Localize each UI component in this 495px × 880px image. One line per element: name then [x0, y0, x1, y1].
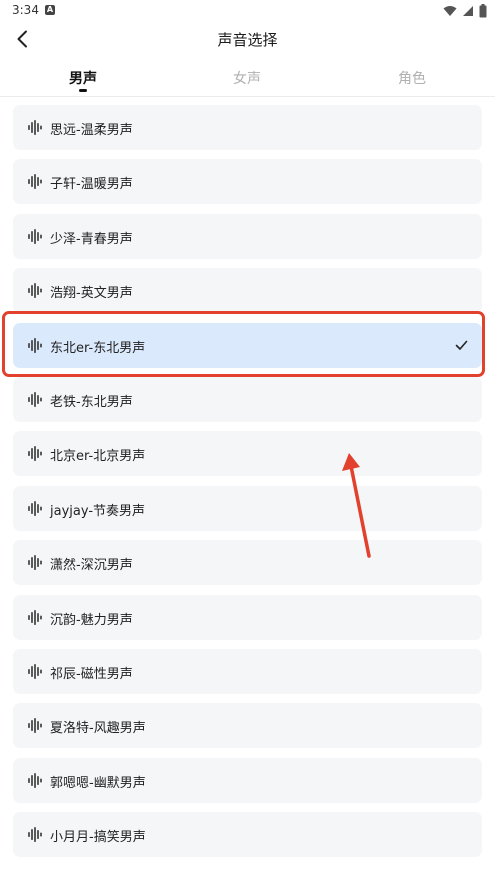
sound-wave-icon — [28, 228, 42, 244]
voice-name: 思远-温柔男声 — [50, 123, 133, 138]
voice-item[interactable]: 北京er-北京男声 — [13, 431, 482, 477]
sound-wave-icon — [28, 500, 42, 516]
selection-highlight-box — [2, 311, 485, 377]
voice-item[interactable]: 小月月-搞笑男声 — [13, 812, 482, 858]
sound-wave-icon — [28, 174, 42, 190]
voice-item[interactable]: 沉韵-魅力男声 — [13, 594, 482, 640]
voice-item[interactable]: 祁辰-磁性男声 — [13, 648, 482, 694]
sound-wave-icon — [28, 827, 42, 843]
voice-name: 潇然-深沉男声 — [50, 558, 133, 574]
voice-item[interactable]: 夏洛特-风趣男声 — [13, 703, 482, 749]
voice-category-tabs: 男声 女声 角色 — [0, 60, 495, 96]
voice-item[interactable]: 潇然-深沉男声 — [13, 540, 482, 586]
page-title: 声音选择 — [217, 31, 278, 49]
voice-name: 夏洛特-风趣男声 — [50, 721, 146, 737]
tab-indicator — [79, 89, 87, 92]
voice-name: 小月月-搞笑男声 — [50, 830, 146, 846]
status-bar: 3:34 A — [0, 0, 495, 22]
signal-icon — [463, 6, 473, 16]
voice-item[interactable]: 子轩-温暖男声 — [13, 159, 482, 205]
wifi-icon — [443, 6, 457, 16]
sound-wave-icon — [28, 772, 42, 788]
voice-item[interactable]: jayjay-节奏男声 — [13, 485, 482, 531]
voice-item[interactable]: 老铁-东北男声 — [13, 376, 482, 422]
status-time: 3:34 — [12, 3, 39, 17]
sound-wave-icon — [28, 283, 42, 299]
voice-name: 北京er-北京男声 — [50, 449, 146, 465]
app-bar: 声音选择 — [0, 22, 495, 56]
voice-name: jayjay-节奏男声 — [50, 503, 146, 519]
tab-male[interactable]: 男声 — [43, 68, 123, 88]
voice-name: 沉韵-魅力男声 — [50, 612, 133, 628]
tab-divider — [0, 96, 495, 97]
sound-wave-icon — [28, 663, 42, 679]
sound-wave-icon — [28, 120, 42, 135]
voice-item[interactable]: 郭嗯嗯-幽默男声 — [13, 757, 482, 803]
battery-icon — [479, 4, 487, 18]
sound-wave-icon — [28, 446, 42, 462]
voice-list: 思远-温柔男声 子轩-温暖男声 少泽-青春男声 浩翔-英文男声 东北er-东北男声 老铁-… — [13, 105, 482, 866]
sound-wave-icon — [28, 609, 42, 625]
voice-name: 子轩-温暖男声 — [50, 177, 133, 193]
tab-female[interactable]: 女声 — [207, 68, 287, 88]
notification-icon: A — [45, 5, 55, 15]
voice-item[interactable]: 思远-温柔男声 — [13, 105, 482, 150]
sound-wave-icon — [28, 718, 42, 734]
sound-wave-icon — [28, 555, 42, 571]
voice-item[interactable]: 浩翔-英文男声 — [13, 268, 482, 314]
voice-name: 浩翔-英文男声 — [50, 286, 133, 302]
voice-item[interactable]: 少泽-青春男声 — [13, 213, 482, 259]
voice-name: 少泽-青春男声 — [50, 231, 133, 247]
status-icons — [443, 4, 487, 18]
sound-wave-icon — [28, 391, 42, 407]
tab-character[interactable]: 角色 — [372, 68, 452, 88]
voice-name: 老铁-东北男声 — [50, 394, 133, 410]
voice-name: 祁辰-磁性男声 — [50, 666, 133, 682]
voice-name: 郭嗯嗯-幽默男声 — [50, 775, 146, 791]
